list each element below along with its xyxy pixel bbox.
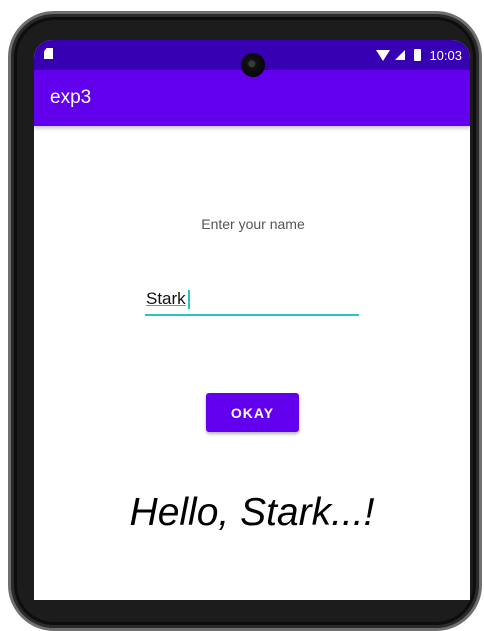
app-title: exp3 (50, 87, 92, 108)
sd-card-icon (44, 48, 53, 59)
battery-icon (414, 49, 422, 61)
status-time: 10:03 (429, 47, 462, 63)
app-screen: 10:03 exp3 Enter your name Stark OKAY He… (34, 40, 470, 600)
front-camera (241, 53, 265, 77)
status-indicators: 10:03 (376, 46, 462, 64)
wifi-icon (376, 49, 391, 61)
name-input[interactable]: Stark (145, 284, 359, 316)
app-bar: exp3 (34, 70, 470, 126)
greeting-text: Hello, Stark...! (129, 491, 375, 534)
okay-button[interactable]: OKAY (206, 393, 299, 432)
name-prompt-label: Enter your name (201, 216, 305, 232)
name-input-value: Stark (146, 289, 186, 308)
text-cursor (188, 290, 190, 309)
signal-icon (395, 50, 406, 60)
emulator-frame: 10:03 exp3 Enter your name Stark OKAY He… (0, 0, 484, 631)
